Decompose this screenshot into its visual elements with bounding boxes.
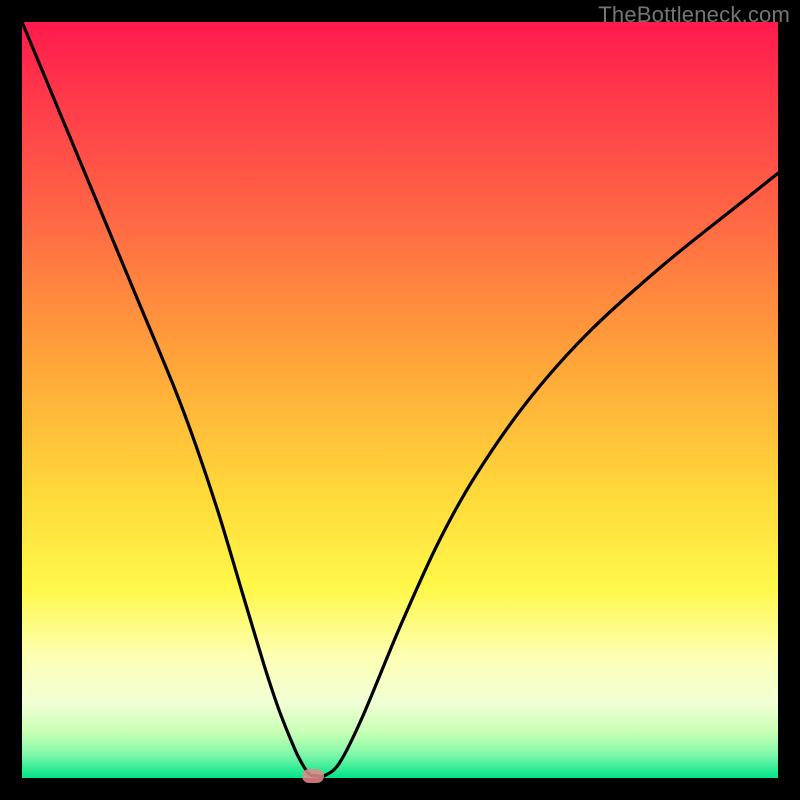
optimum-marker — [302, 769, 324, 783]
bottleneck-curve — [22, 22, 778, 778]
curve-path — [22, 22, 778, 777]
watermark-text: TheBottleneck.com — [598, 2, 790, 28]
plot-area — [22, 22, 778, 778]
chart-frame: TheBottleneck.com — [0, 0, 800, 800]
